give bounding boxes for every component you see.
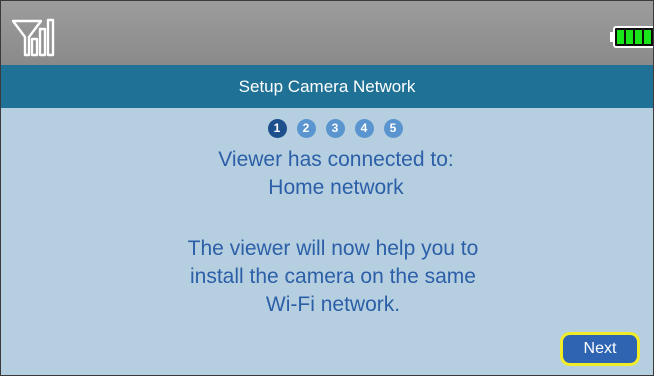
help-line-2: install the camera on the same (190, 265, 476, 288)
camera-setup-screen: Setup Camera Network 1 2 3 4 5 Viewer ha… (0, 0, 654, 376)
help-line-3: Wi-Fi network. (265, 293, 401, 316)
network-name: Home network (268, 176, 404, 199)
title-bar: Setup Camera Network (1, 65, 653, 108)
connected-label: Viewer has connected to: (218, 148, 454, 171)
step-1-indicator: 1 (267, 119, 287, 138)
page-title: Setup Camera Network (238, 77, 416, 96)
step-3-indicator: 3 (325, 119, 345, 138)
step-2-indicator: 2 (296, 119, 316, 138)
step-indicator: 1 2 3 4 5 (1, 119, 653, 139)
help-message: The viewer will now help you to install … (1, 235, 653, 319)
step-4-indicator: 4 (354, 119, 374, 138)
help-line-1: The viewer will now help you to (187, 237, 479, 260)
status-bar (1, 1, 653, 65)
signal-strength-icon (11, 18, 55, 57)
next-button[interactable]: Next (560, 332, 640, 366)
battery-icon (610, 26, 653, 48)
step-5-indicator: 5 (383, 119, 403, 138)
